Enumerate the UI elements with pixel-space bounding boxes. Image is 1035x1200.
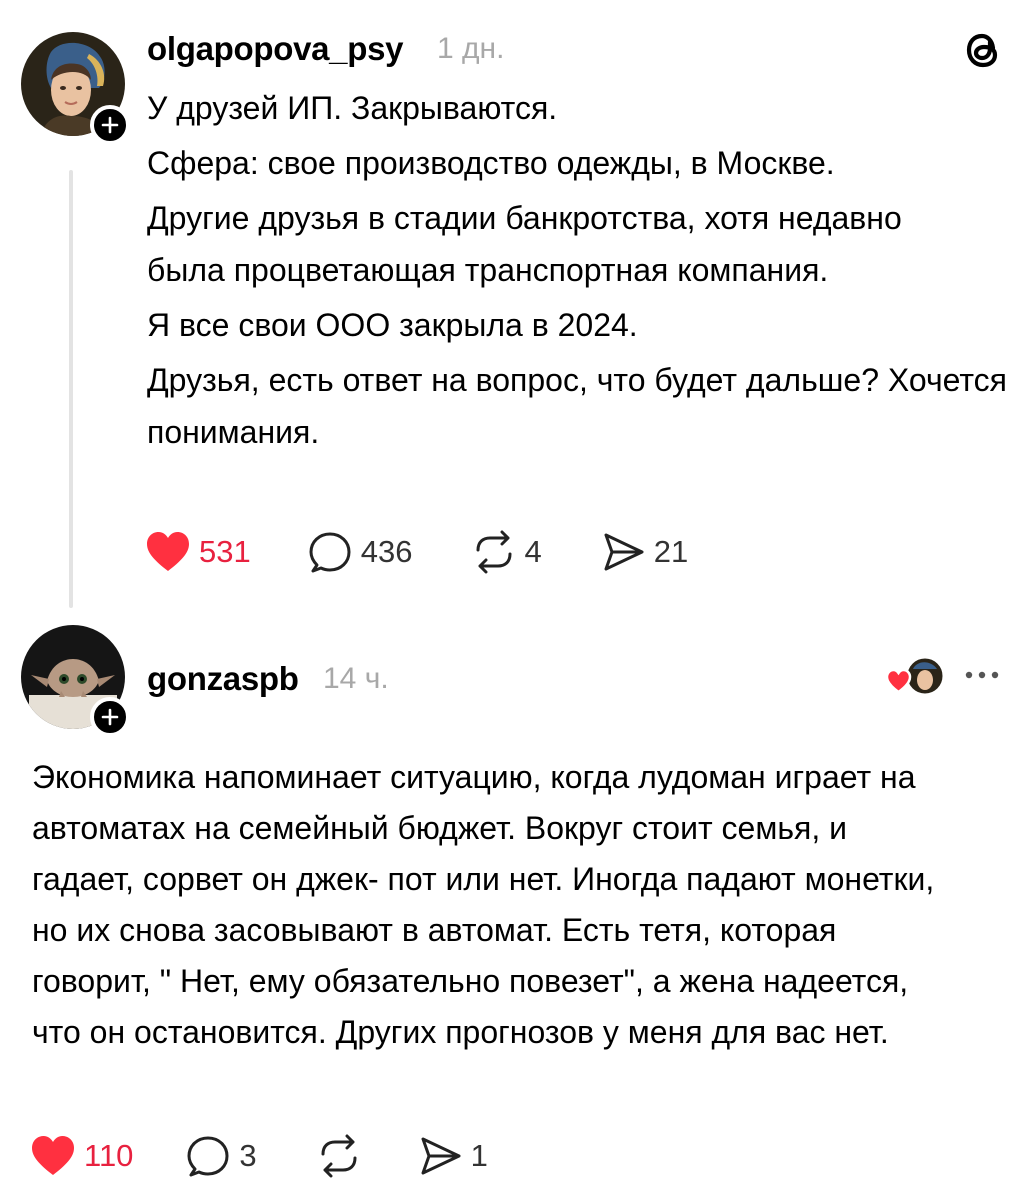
share-count: 21 [653, 534, 689, 569]
author-liked-indicator [885, 655, 949, 701]
heart-icon [32, 1136, 74, 1175]
comment-button[interactable]: 3 [187, 1135, 257, 1177]
like-button[interactable]: 531 [145, 531, 251, 573]
share-button[interactable]: 21 [602, 531, 688, 573]
post-text: У друзей ИП. Закрываются. Сфера: свое пр… [147, 82, 1017, 461]
more-icon[interactable] [962, 668, 1006, 687]
threads-logo-icon[interactable] [962, 28, 1004, 77]
comment-count: 436 [360, 534, 413, 569]
post-paragraph: Я все свои ООО закрыла в 2024. [147, 307, 638, 343]
post-timestamp: 1 дн. [437, 32, 505, 65]
repost-button[interactable] [317, 1134, 361, 1178]
post-actions: 531 436 4 21 [145, 530, 688, 574]
plus-icon [101, 116, 119, 134]
share-button[interactable]: 1 [419, 1135, 488, 1177]
repost-icon [476, 530, 512, 574]
post-actions: 110 3 1 [30, 1134, 488, 1178]
comment-bubble-icon [187, 1136, 229, 1177]
repost-button[interactable]: 4 [472, 530, 542, 574]
comment-button[interactable]: 436 [309, 531, 413, 573]
post-text: Экономика напоминает ситуацию, когда луд… [32, 759, 935, 1050]
comment-bubble-icon [309, 532, 351, 573]
follow-button[interactable] [90, 105, 130, 145]
heart-icon [147, 532, 189, 571]
post-paragraph: Друзья, есть ответ на вопрос, что будет … [147, 362, 1007, 450]
comment-count: 3 [239, 1138, 257, 1173]
post-paragraph: Другие друзья в стадии банкротства, хотя… [147, 200, 902, 288]
share-count: 1 [470, 1138, 488, 1173]
follow-button[interactable] [90, 697, 130, 737]
post-timestamp: 14 ч. [323, 662, 389, 695]
post-paragraph: Сфера: свое производство одежды, в Москв… [147, 145, 835, 181]
plus-icon [101, 708, 119, 726]
repost-count: 4 [524, 534, 542, 569]
username[interactable]: olgapopova_psy [147, 30, 404, 68]
like-count: 110 [84, 1138, 134, 1173]
like-count: 531 [199, 534, 251, 569]
send-icon [421, 1137, 461, 1175]
thread-connector-line [69, 170, 73, 608]
send-icon [604, 533, 644, 571]
username[interactable]: gonzaspb [147, 660, 299, 698]
threads-feed: olgapopova_psy 1 дн. У друзей ИП. Закрыв… [0, 0, 1035, 1200]
post-paragraph: У друзей ИП. Закрываются. [147, 90, 558, 126]
like-button[interactable]: 110 [30, 1135, 133, 1177]
repost-icon [321, 1134, 357, 1178]
